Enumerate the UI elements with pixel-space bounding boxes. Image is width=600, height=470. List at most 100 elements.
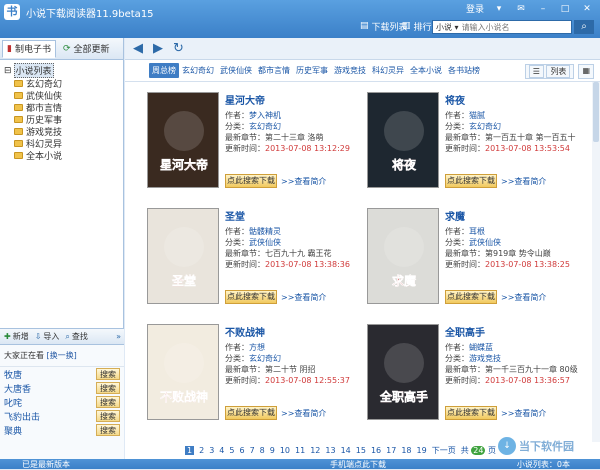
maximize-icon[interactable]: □ — [558, 3, 572, 15]
scrollbar-thumb[interactable] — [593, 82, 599, 142]
book-cover[interactable]: 全职高手 — [367, 324, 439, 420]
watch-item-name[interactable]: 聚典 — [4, 424, 22, 437]
search-input[interactable] — [461, 22, 548, 32]
page-link[interactable]: 10 — [280, 446, 290, 455]
page-link[interactable]: 12 — [310, 446, 320, 455]
download-list-button[interactable]: ▤ 下载列表 — [360, 18, 408, 34]
scrollbar[interactable] — [592, 82, 600, 442]
tab-wuxia[interactable]: 武侠仙侠 — [217, 63, 255, 78]
page-link[interactable]: 6 — [239, 446, 244, 455]
tab-quanben[interactable]: 全本小说 — [407, 63, 445, 78]
tree-root[interactable]: ⊟ 小说列表 — [4, 63, 123, 78]
search-scope-select[interactable]: 小说 ▾ — [433, 22, 462, 33]
search-button[interactable]: ⌕ — [574, 20, 594, 34]
login-link[interactable]: 登录 — [466, 2, 484, 15]
page-link[interactable]: 13 — [325, 446, 335, 455]
watch-search-button[interactable]: 搜索 — [96, 410, 120, 422]
download-button[interactable]: 点此搜索下载 — [225, 406, 277, 420]
add-button[interactable]: ✚ 新增 — [4, 331, 29, 342]
close-icon[interactable]: ✕ — [580, 3, 594, 15]
tree-item-lishi[interactable]: 历史军事 — [4, 113, 123, 126]
grid-view-button[interactable]: ▦ — [578, 64, 594, 79]
watch-item-name[interactable]: 叱咤 — [4, 396, 22, 409]
intro-link[interactable]: >>查看简介 — [501, 176, 546, 187]
page-link[interactable]: 1 — [185, 446, 195, 455]
search-box[interactable]: 小说 ▾ — [432, 20, 572, 34]
intro-link[interactable]: >>查看简介 — [501, 292, 546, 303]
page-link[interactable]: 3 — [209, 446, 214, 455]
watch-item-name[interactable]: 大唐香 — [4, 382, 31, 395]
download-button[interactable]: 点此搜索下载 — [225, 174, 277, 188]
tree-item-kehuan[interactable]: 科幻灵异 — [4, 137, 123, 150]
tree-item-quanben[interactable]: 全本小说 — [4, 149, 123, 162]
forward-icon[interactable]: ▶ — [153, 41, 163, 56]
book-title[interactable]: 星河大帝 — [225, 92, 365, 107]
page-link[interactable]: 18 — [401, 446, 411, 455]
download-button[interactable]: 点此搜索下载 — [445, 174, 497, 188]
book-updated: 更新时间：2013-07-08 13:12:29 — [225, 144, 350, 153]
page-link[interactable]: 16 — [371, 446, 381, 455]
book-cover[interactable]: 星河大帝 — [147, 92, 219, 188]
page-link[interactable]: 14 — [341, 446, 351, 455]
book-cover[interactable]: 圣堂 — [147, 208, 219, 304]
collapse-panel-icon[interactable]: » — [116, 332, 124, 341]
refresh-icon[interactable]: ↻ — [173, 41, 184, 56]
watch-search-button[interactable]: 搜索 — [96, 382, 120, 394]
tree-item-xuanhuan[interactable]: 玄幻奇幻 — [4, 77, 123, 90]
page-link[interactable]: 19 — [417, 446, 427, 455]
book-title[interactable]: 求魔 — [445, 208, 585, 223]
next-page-link[interactable]: 下一页 — [432, 445, 456, 456]
tree-item-youxi[interactable]: 游戏竞技 — [4, 125, 123, 138]
back-icon[interactable]: ◀ — [133, 41, 143, 56]
watch-search-button[interactable]: 搜索 — [96, 424, 120, 436]
tree-item-dushi[interactable]: 都市言情 — [4, 101, 123, 114]
intro-link[interactable]: >>查看简介 — [281, 176, 326, 187]
book-title[interactable]: 不败战神 — [225, 324, 365, 339]
tab-youxi[interactable]: 游戏竞技 — [331, 63, 369, 78]
book-title[interactable]: 将夜 — [445, 92, 585, 107]
collapse-icon[interactable]: ⊟ — [4, 66, 12, 76]
refresh-link[interactable]: [换一换] — [47, 351, 77, 360]
skin-icon[interactable]: ▾ — [492, 3, 506, 15]
tab-xuanhuan[interactable]: 玄幻奇幻 — [179, 63, 217, 78]
page-link[interactable]: 4 — [219, 446, 224, 455]
intro-link[interactable]: >>查看简介 — [281, 408, 326, 419]
book-cover[interactable]: 将夜 — [367, 92, 439, 188]
import-button[interactable]: ⇩ 导入 — [35, 331, 60, 342]
page-link[interactable]: 2 — [199, 446, 204, 455]
list-view-button[interactable]: ☰ 列表 — [524, 64, 575, 79]
message-icon[interactable]: ✉ — [514, 3, 528, 15]
tree-item-wuxia[interactable]: 武侠仙侠 — [4, 89, 123, 102]
page-link[interactable]: 7 — [250, 446, 255, 455]
tab-sites[interactable]: 各书站榜 — [445, 63, 483, 78]
tab-kehuan[interactable]: 科幻灵异 — [369, 63, 407, 78]
book-cover[interactable]: 求魔 — [367, 208, 439, 304]
book-title[interactable]: 全职高手 — [445, 324, 585, 339]
page-link[interactable]: 9 — [270, 446, 275, 455]
download-button[interactable]: 点此搜索下载 — [445, 406, 497, 420]
tab-make-ebook[interactable]: ▮ 制电子书 — [2, 39, 56, 58]
intro-link[interactable]: >>查看简介 — [501, 408, 546, 419]
mobile-download-link[interactable]: 手机端点此下载 — [330, 459, 386, 470]
find-button[interactable]: ⌕ 查找 — [65, 331, 87, 342]
watch-item: 聚典 搜索 — [0, 423, 124, 437]
watch-search-button[interactable]: 搜索 — [96, 368, 120, 380]
minimize-icon[interactable]: – — [536, 3, 550, 15]
download-button[interactable]: 点此搜索下载 — [445, 290, 497, 304]
watch-item-name[interactable]: 牧唐 — [4, 368, 22, 381]
book-cover[interactable]: 不败战神 — [147, 324, 219, 420]
watch-item-name[interactable]: 飞豹出击 — [4, 410, 40, 423]
download-button[interactable]: 点此搜索下载 — [225, 290, 277, 304]
book-title[interactable]: 圣堂 — [225, 208, 365, 223]
page-link[interactable]: 15 — [356, 446, 366, 455]
tab-weekly[interactable]: 周总榜 — [149, 63, 179, 78]
intro-link[interactable]: >>查看简介 — [281, 292, 326, 303]
page-link[interactable]: 5 — [229, 446, 234, 455]
page-link[interactable]: 8 — [260, 446, 265, 455]
tab-dushi[interactable]: 都市言情 — [255, 63, 293, 78]
watch-search-button[interactable]: 搜索 — [96, 396, 120, 408]
tab-update-all[interactable]: ⟳ 全部更新 — [58, 40, 115, 58]
page-link[interactable]: 11 — [295, 446, 305, 455]
tab-lishi[interactable]: 历史军事 — [293, 63, 331, 78]
page-link[interactable]: 17 — [386, 446, 396, 455]
